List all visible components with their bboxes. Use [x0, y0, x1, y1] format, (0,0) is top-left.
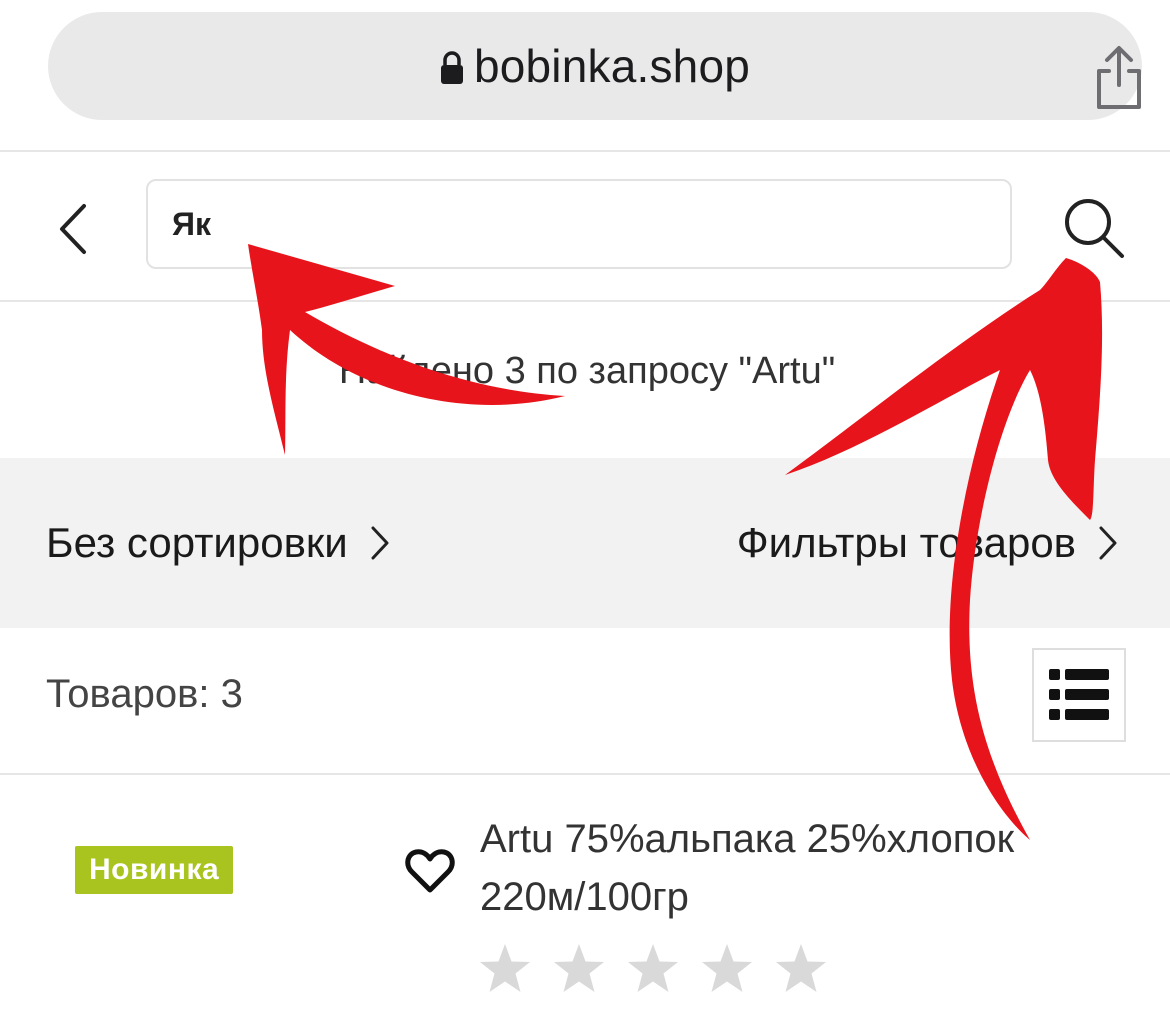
chevron-right-icon: [1099, 526, 1117, 560]
sort-label: Без сортировки: [46, 519, 348, 566]
share-icon[interactable]: [1091, 45, 1147, 111]
star-icon[interactable]: [552, 942, 606, 996]
back-icon[interactable]: [50, 202, 94, 256]
star-icon[interactable]: [626, 942, 680, 996]
divider: [0, 300, 1170, 302]
list-view-toggle[interactable]: [1032, 648, 1126, 742]
star-icon[interactable]: [478, 942, 532, 996]
search-input[interactable]: [146, 179, 1012, 269]
product-title[interactable]: Artu 75%альпака 25%хлопок 220м/100гр: [480, 810, 1120, 926]
sort-button[interactable]: Без сортировки: [46, 458, 390, 628]
url-text: bobinka.shop: [473, 40, 751, 92]
list-view-icon: [1049, 669, 1109, 720]
chevron-right-icon: [371, 526, 389, 560]
address-bar[interactable]: bobinka.shop: [48, 12, 1142, 120]
filter-label: Фильтры товаров: [736, 519, 1076, 566]
rating-stars: [478, 942, 848, 996]
heart-icon[interactable]: [404, 848, 456, 894]
new-badge: Новинка: [75, 846, 234, 894]
product-count: Товаров: 3: [46, 672, 243, 716]
lock-icon: [440, 51, 463, 84]
star-icon[interactable]: [774, 942, 828, 996]
sort-filter-bar: Без сортировки Фильтры товаров: [0, 458, 1170, 628]
filter-button[interactable]: Фильтры товаров: [737, 458, 1118, 628]
search-results-summary: Найдено 3 по запросу "Artu": [338, 350, 836, 392]
divider: [0, 773, 1170, 775]
product-title-line: Artu 75%альпака 25%хлопок: [480, 817, 1015, 861]
browser-address-area: bobinka.shop: [0, 0, 1170, 150]
product-title-line: 220м/100гр: [480, 875, 689, 919]
search-icon[interactable]: [1062, 196, 1126, 260]
page: bobinka.shop Найдено 3 по запросу "Artu"…: [0, 0, 1170, 1009]
url-display[interactable]: bobinka.shop: [48, 12, 1142, 120]
divider: [0, 150, 1170, 152]
star-icon[interactable]: [700, 942, 754, 996]
